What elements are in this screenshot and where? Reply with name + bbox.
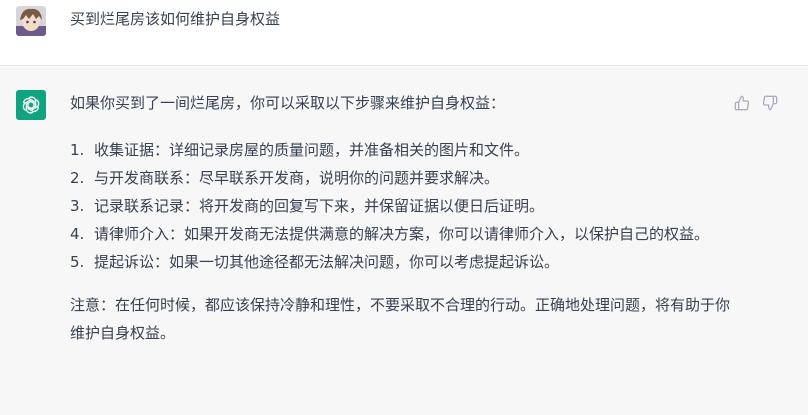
thumbs-down-icon[interactable] [761,94,779,112]
thumbs-up-icon[interactable] [733,94,751,112]
openai-logo-icon [16,90,46,120]
response-note: 注意：在任何时候，都应该保持冷静和理性，不要采取不合理的行动。正确地处理问题，将… [70,296,731,342]
list-item: 3. 记录联系记录：将开发商的回复写下来，并保留证据以便日后证明。 [70,192,730,220]
list-item-number: 4. [70,225,85,243]
assistant-message-content: 如果你买到了一间烂尾房，你可以采取以下步骤来维护自身权益： 1. 收集证据：详细… [70,91,730,347]
list-item-number: 1. [70,141,85,159]
response-intro: 如果你买到了一间烂尾房，你可以采取以下步骤来维护自身权益： [70,94,506,112]
list-item: 5. 提起诉讼：如果一切其他途径都无法解决问题，你可以考虑提起诉讼。 [70,248,730,276]
list-item-number: 3. [70,197,85,215]
list-item-text: 提起诉讼：如果一切其他途径都无法解决问题，你可以考虑提起诉讼。 [94,253,560,271]
list-item: 1. 收集证据：详细记录房屋的质量问题，并准备相关的图片和文件。 [70,136,730,164]
list-item: 4. 请律师介入：如果开发商无法提供满意的解决方案，你可以请律师介入，以保护自己… [70,220,730,248]
list-item-text: 收集证据：详细记录房屋的质量问题，并准备相关的图片和文件。 [94,141,530,159]
user-avatar [16,6,46,36]
assistant-message-row: 如果你买到了一间烂尾房，你可以采取以下步骤来维护自身权益： 1. 收集证据：详细… [0,67,808,415]
list-item-text: 请律师介入：如果开发商无法提供满意的解决方案，你可以请律师介入，以保护自己的权益… [94,225,710,243]
list-item-number: 5. [70,253,85,271]
steps-list: 1. 收集证据：详细记录房屋的质量问题，并准备相关的图片和文件。 2. 与开发商… [70,136,730,276]
list-item: 2. 与开发商联系：尽早联系开发商，说明你的问题并要求解决。 [70,164,730,192]
list-item-text: 与开发商联系：尽早联系开发商，说明你的问题并要求解决。 [94,169,500,187]
user-message-row: 买到烂尾房该如何维护自身权益 [0,0,808,66]
list-item-text: 记录联系记录：将开发商的回复写下来，并保留证据以便日后证明。 [94,197,545,215]
list-item-number: 2. [70,169,85,187]
user-message-text: 买到烂尾房该如何维护自身权益 [70,10,281,28]
